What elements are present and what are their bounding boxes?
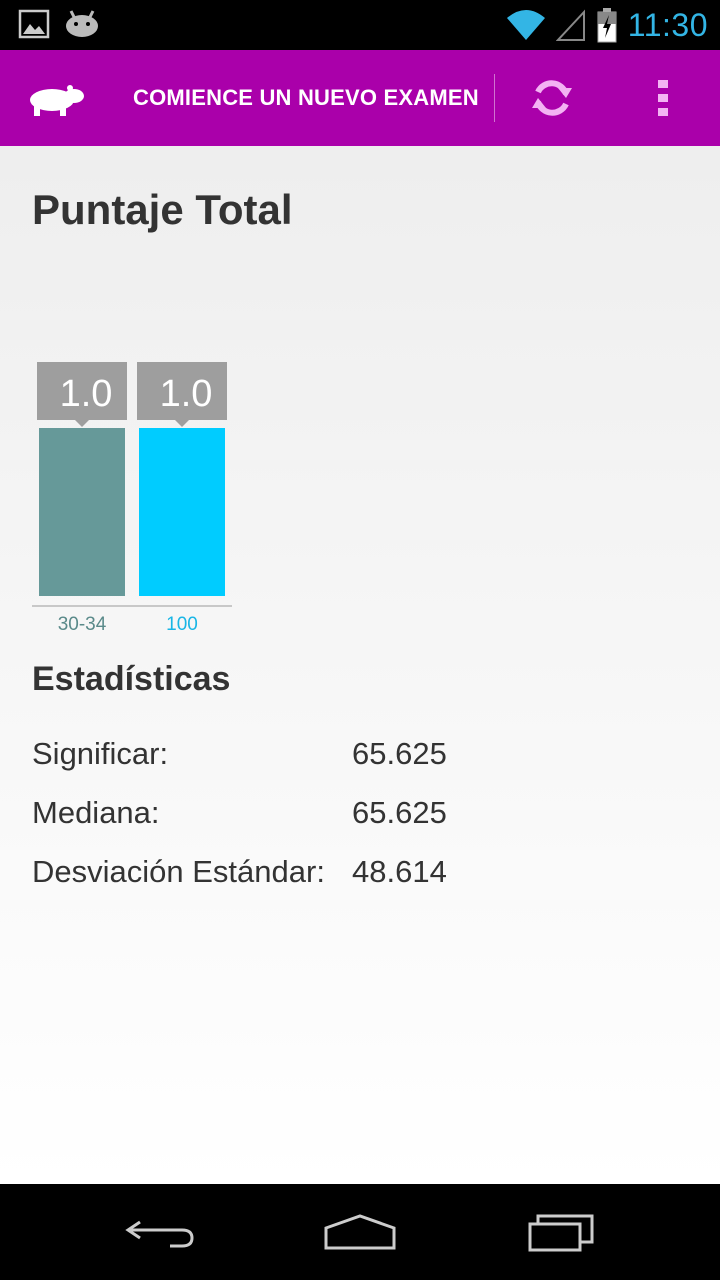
stats-title: Estadísticas <box>32 660 231 698</box>
stat-value: 65.625 <box>352 795 447 830</box>
stat-value: 65.625 <box>352 736 447 771</box>
stat-label: Desviación Estándar: <box>32 854 325 889</box>
android-icon <box>66 10 98 37</box>
score-bar-chart: 1.0 30-34 1.0 100 <box>32 362 232 635</box>
battery-charging-icon <box>597 8 617 43</box>
main-content: Puntaje Total 1.0 30-34 1.0 100 Estadística… <box>0 146 720 1184</box>
page-title: Puntaje Total <box>32 186 293 233</box>
clock: 11:30 <box>627 6 708 43</box>
stat-label: Mediana: <box>32 795 160 830</box>
navigation-bar <box>0 1184 720 1280</box>
stat-row-median: Mediana: 65.625 <box>32 795 632 835</box>
status-bar: 11:30 <box>0 0 720 50</box>
action-bar: COMIENCE UN NUEVO EXAMEN <box>0 50 720 146</box>
chart-bar <box>139 428 225 596</box>
signal-icon <box>555 9 585 41</box>
action-bar-title[interactable]: COMIENCE UN NUEVO EXAMEN <box>133 50 479 146</box>
stat-label: Significar: <box>32 736 169 771</box>
chart-category-label: 100 <box>166 614 198 635</box>
back-icon[interactable] <box>120 1208 200 1256</box>
stat-row-mean: Significar: 65.625 <box>32 736 632 776</box>
chart-bar <box>39 428 125 596</box>
recent-apps-icon[interactable] <box>520 1208 600 1256</box>
wifi-icon <box>506 10 545 40</box>
home-icon[interactable] <box>320 1208 400 1256</box>
chart-value-label: 1.0 <box>160 373 213 415</box>
chart-value-pointer <box>75 420 89 427</box>
system-icons: 11:30 <box>506 0 708 50</box>
stat-row-std-dev: Desviación Estándar: 48.614 <box>32 854 632 894</box>
gallery-icon <box>18 9 50 39</box>
stat-value: 48.614 <box>352 854 447 889</box>
hippo-icon[interactable] <box>26 78 86 118</box>
notification-icons <box>18 8 100 40</box>
chart-value-pointer <box>175 420 189 427</box>
refresh-icon[interactable] <box>528 74 576 122</box>
chart-category-label: 30-34 <box>58 614 107 635</box>
action-bar-divider <box>494 74 495 122</box>
overflow-menu-icon[interactable] <box>652 78 676 118</box>
chart-value-label: 1.0 <box>60 373 113 415</box>
